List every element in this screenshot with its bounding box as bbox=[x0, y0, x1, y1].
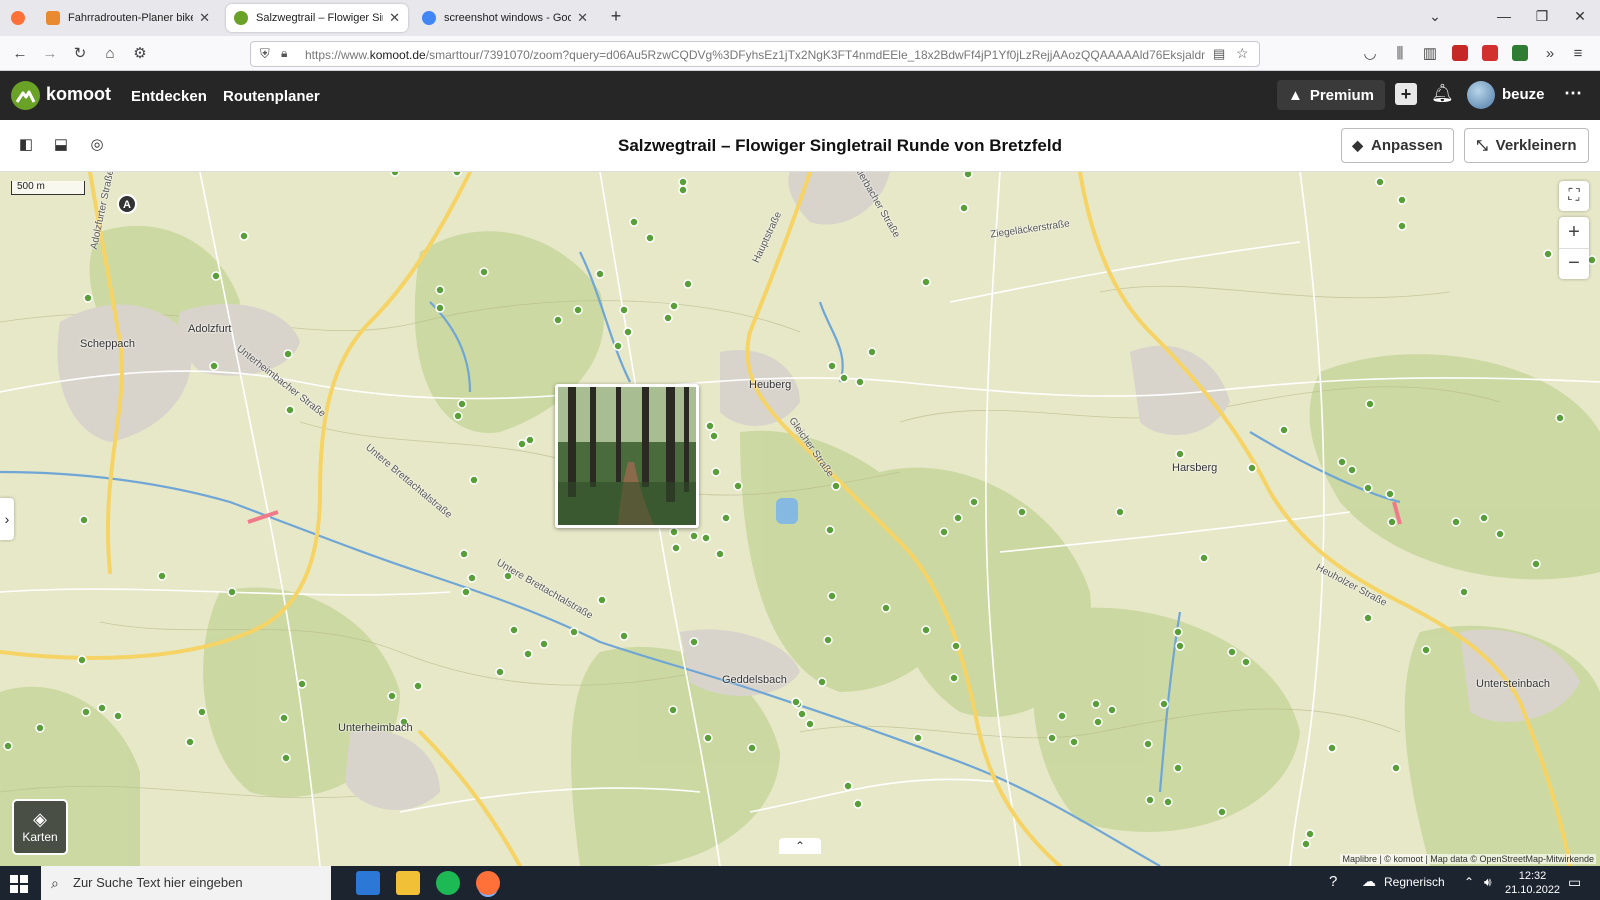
sidebar-icon[interactable]: ▥ bbox=[1420, 44, 1440, 64]
map-terrain: A bbox=[0, 172, 1600, 866]
shrink-button[interactable]: ⤡ Verkleinern bbox=[1464, 128, 1589, 163]
tab-close-icon[interactable]: ✕ bbox=[577, 10, 588, 26]
tab-list-chevron-icon[interactable]: ⌄ bbox=[1425, 8, 1445, 25]
library-icon[interactable]: ⫼ bbox=[1390, 44, 1410, 64]
spotify-icon[interactable] bbox=[436, 871, 460, 895]
map-attribution[interactable]: Maplibre | © komoot | Map data © OpenStr… bbox=[1340, 854, 1596, 864]
weather-cloud-icon: ☁ bbox=[1362, 873, 1376, 889]
ublock-icon[interactable] bbox=[1452, 45, 1468, 61]
map-scale-bar: 500 m bbox=[11, 181, 85, 195]
place-label: Harsberg bbox=[1172, 462, 1218, 474]
expand-panel-chevron-up-icon[interactable]: ⌃ bbox=[779, 838, 821, 854]
mail-app-icon[interactable] bbox=[356, 871, 380, 895]
volume-icon[interactable]: 🔊︎ bbox=[1484, 875, 1492, 890]
expand-sidebar-chevron-icon[interactable]: › bbox=[0, 498, 14, 540]
app-menu-icon[interactable]: ≡ bbox=[1568, 44, 1588, 64]
close-window-icon[interactable]: ✕ bbox=[1570, 8, 1590, 25]
nav-entdecken[interactable]: Entdecken bbox=[131, 88, 207, 105]
shield-extension-icon[interactable] bbox=[1512, 45, 1528, 61]
lock-icon[interactable]: 🔒︎ bbox=[281, 46, 287, 61]
place-label: Untersteinbach bbox=[1476, 678, 1550, 690]
reader-view-icon[interactable]: ▤ bbox=[1213, 46, 1225, 62]
tour-title-bar: ◧ ⬓ ◎ Salzwegtrail – Flowiger Singletrai… bbox=[0, 120, 1600, 172]
create-plus-button[interactable]: + bbox=[1395, 83, 1417, 105]
shrink-label: Verkleinern bbox=[1495, 137, 1577, 154]
komoot-logo-icon[interactable] bbox=[11, 81, 40, 110]
tab-favicon-icon bbox=[234, 11, 248, 25]
komoot-brand[interactable]: komoot bbox=[46, 84, 111, 105]
pocket-icon[interactable]: ◡ bbox=[1360, 44, 1380, 64]
route-diamond-icon: ◆ bbox=[1352, 137, 1364, 153]
file-explorer-icon[interactable] bbox=[396, 871, 420, 895]
tab-close-icon[interactable]: ✕ bbox=[199, 10, 210, 26]
back-icon[interactable]: ← bbox=[10, 44, 30, 64]
tracking-shield-icon[interactable]: ⛨ bbox=[260, 46, 270, 62]
extension-badge-icon[interactable] bbox=[1482, 45, 1498, 61]
zoom-in-icon[interactable]: + bbox=[1559, 217, 1589, 248]
taskbar-clock[interactable]: 12:32 21.10.2022 bbox=[1505, 869, 1560, 897]
place-label: Heuberg bbox=[749, 379, 792, 391]
restore-icon[interactable]: ❐ bbox=[1532, 8, 1552, 25]
firefox-menu-icon[interactable] bbox=[6, 4, 30, 32]
clock-date: 21.10.2022 bbox=[1505, 884, 1561, 896]
adjust-label: Anpassen bbox=[1371, 137, 1443, 154]
tab-label: Fahrradrouten-Planer bikerouten… bbox=[68, 12, 193, 24]
premium-button[interactable]: ▲ Premium bbox=[1277, 80, 1385, 110]
home-icon[interactable]: ⌂ bbox=[100, 44, 120, 64]
nav-routenplaner[interactable]: Routenplaner bbox=[223, 88, 320, 105]
tab-close-icon[interactable]: ✕ bbox=[389, 10, 400, 26]
tab-favicon-icon bbox=[422, 11, 436, 25]
map-layers-label: Karten bbox=[22, 830, 58, 844]
reload-icon[interactable]: ↻ bbox=[70, 44, 90, 64]
zoom-controls: + − bbox=[1559, 217, 1589, 279]
shrink-arrows-icon: ⤡ bbox=[1476, 137, 1488, 153]
username[interactable]: beuze bbox=[1502, 86, 1545, 103]
url-bar[interactable]: ⛨ 🔒︎ https://www.komoot.de/smarttour/739… bbox=[250, 41, 1260, 67]
taskbar-search-placeholder: Zur Suche Text hier eingeben bbox=[73, 875, 243, 890]
premium-mountain-icon: ▲ bbox=[1287, 86, 1303, 104]
tab-bikerouten[interactable]: Fahrradrouten-Planer bikerouten… ✕ bbox=[38, 4, 218, 32]
firefox-taskbar-icon[interactable] bbox=[476, 871, 500, 895]
overflow-chevrons-icon[interactable]: » bbox=[1540, 44, 1560, 64]
taskbar-search-input[interactable]: ⌕ Zur Suche Text hier eingeben bbox=[41, 866, 331, 900]
notifications-bell-icon[interactable]: 🔔︎ bbox=[1431, 83, 1454, 104]
windows-start-icon[interactable] bbox=[10, 875, 28, 893]
extensions-puzzle-icon[interactable]: ⚙ bbox=[130, 44, 150, 64]
new-tab-plus-icon[interactable]: + bbox=[606, 6, 626, 27]
notification-center-icon[interactable]: ▭ bbox=[1568, 874, 1581, 891]
tab-label: screenshot windows - Google S… bbox=[444, 12, 572, 24]
layers-icon: ◈ bbox=[33, 809, 47, 829]
place-label: Unterheimbach bbox=[338, 722, 413, 734]
forward-icon[interactable]: → bbox=[40, 44, 60, 64]
browser-tab-bar: Fahrradrouten-Planer bikerouten… ✕ Salzw… bbox=[0, 0, 1600, 36]
search-icon: ⌕ bbox=[51, 875, 59, 891]
url-text[interactable]: https://www.komoot.de/smarttour/7391070/… bbox=[305, 48, 1205, 62]
avatar[interactable] bbox=[1467, 81, 1495, 109]
help-icon[interactable]: ? bbox=[1329, 873, 1337, 890]
windows-taskbar: ⌕ Zur Suche Text hier eingeben ? ☁ Regne… bbox=[0, 866, 1600, 900]
adjust-button[interactable]: ◆ Anpassen bbox=[1341, 128, 1454, 163]
minimize-icon[interactable]: — bbox=[1494, 8, 1514, 24]
tab-google-search[interactable]: screenshot windows - Google S… ✕ bbox=[414, 4, 596, 32]
weather-label[interactable]: Regnerisch bbox=[1384, 875, 1445, 889]
bookmark-star-icon[interactable]: ☆ bbox=[1236, 45, 1249, 62]
tray-chevron-up-icon[interactable]: ⌃ bbox=[1464, 875, 1474, 889]
tab-salzwegtrail[interactable]: Salzwegtrail – Flowiger Singletrail… ✕ bbox=[226, 4, 408, 32]
browser-navigation-bar: ← → ↻ ⌂ ⚙ ⛨ 🔒︎ https://www.komoot.de/sma… bbox=[0, 36, 1600, 71]
tab-label: Salzwegtrail – Flowiger Singletrail… bbox=[256, 12, 383, 24]
map-canvas[interactable]: A 500 m Scheppach Adolzfurt Heuberg Hars… bbox=[0, 172, 1600, 866]
komoot-header: komoot Entdecken Routenplaner ▲ Premium … bbox=[0, 71, 1600, 120]
start-marker-label: A bbox=[123, 199, 131, 211]
tab-favicon-icon bbox=[46, 11, 60, 25]
tour-photo-thumbnail[interactable] bbox=[555, 384, 699, 528]
fullscreen-target-icon[interactable]: ⛶ bbox=[1559, 181, 1589, 211]
more-menu-icon[interactable]: ⋯ bbox=[1564, 83, 1582, 104]
premium-label: Premium bbox=[1309, 86, 1375, 104]
place-label: Adolzfurt bbox=[188, 323, 232, 335]
clock-time: 12:32 bbox=[1518, 870, 1547, 882]
map-layers-button[interactable]: ◈ Karten bbox=[12, 799, 68, 855]
place-label: Scheppach bbox=[80, 338, 136, 350]
place-label: Geddelsbach bbox=[722, 674, 787, 686]
zoom-out-icon[interactable]: − bbox=[1559, 248, 1589, 279]
